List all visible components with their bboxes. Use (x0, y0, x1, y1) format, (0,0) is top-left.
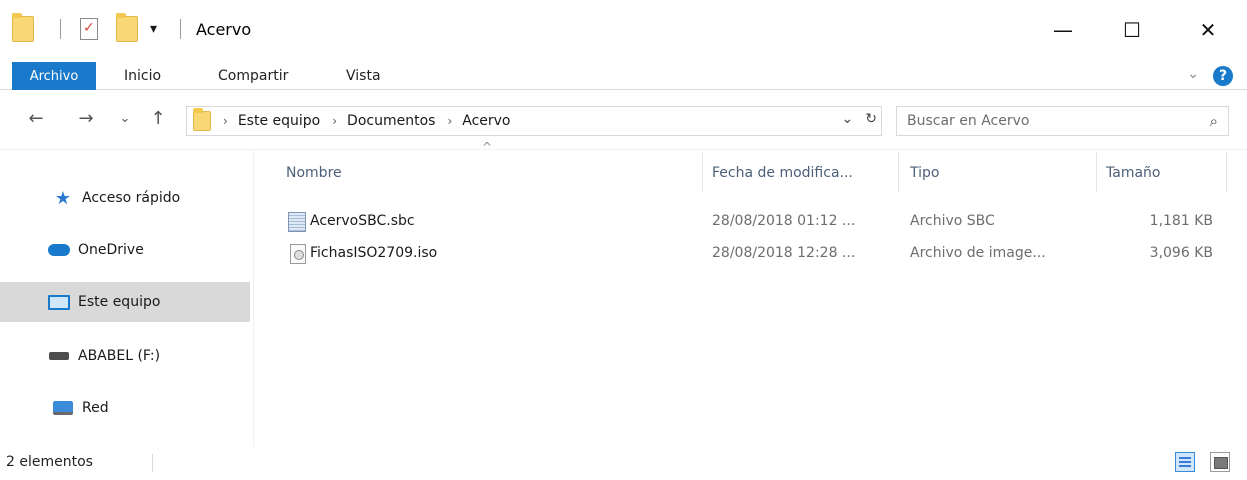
ribbon-tabs: Archivo Inicio Compartir Vista ⌄ ? (0, 62, 1247, 90)
sidebar-item-este-equipo[interactable]: Este equipo (0, 282, 250, 322)
breadcrumb-acervo[interactable]: Acervo (462, 113, 510, 129)
address-dropdown-icon[interactable]: ⌄ (842, 111, 854, 127)
column-divider[interactable] (898, 152, 899, 192)
help-icon[interactable]: ? (1213, 66, 1233, 86)
column-header-tamano[interactable]: Tamaño (1106, 150, 1160, 196)
disc-image-icon (290, 244, 306, 264)
minimize-button[interactable]: — (1041, 12, 1085, 48)
file-name: AcervoSBC.sbc (310, 213, 415, 229)
ribbon-collapse-icon[interactable]: ⌄ (1187, 66, 1199, 82)
back-button[interactable]: ← (26, 106, 46, 130)
drive-icon (48, 347, 70, 365)
new-folder-icon[interactable] (116, 13, 138, 44)
forward-button[interactable]: → (76, 106, 96, 130)
sidebar-item-label: ABABEL (F:) (78, 348, 161, 364)
window-title: Acervo (196, 20, 252, 39)
details-view-button[interactable] (1175, 452, 1195, 472)
breadcrumb-separator: › (223, 114, 228, 128)
navigation-bar: ← → ⌄ ↑ › Este equipo › Documentos › Ace… (0, 90, 1247, 150)
computer-icon (48, 293, 70, 311)
search-box[interactable]: Buscar en Acervo ⌕ (896, 106, 1229, 136)
sidebar-item-onedrive[interactable]: OneDrive (0, 230, 250, 270)
status-bar: 2 elementos (0, 446, 1247, 480)
breadcrumb-documentos[interactable]: Documentos (347, 113, 435, 129)
quick-access-dropdown-icon[interactable]: ▾ (150, 14, 157, 44)
search-icon[interactable]: ⌕ (1210, 112, 1218, 130)
column-header-tipo[interactable]: Tipo (910, 150, 939, 196)
refresh-icon[interactable]: ↻ (865, 111, 877, 127)
sidebar-item-label: Este equipo (78, 294, 161, 310)
tab-archivo[interactable]: Archivo (12, 62, 96, 90)
maximize-button[interactable]: ☐ (1110, 12, 1154, 48)
close-button[interactable]: ✕ (1186, 12, 1230, 48)
file-row[interactable]: FichasISO2709.iso 28/08/2018 12:28 ... A… (280, 242, 1225, 266)
sidebar-item-label: OneDrive (78, 242, 144, 258)
separator (60, 14, 61, 44)
sidebar-item-label: Acceso rápido (82, 190, 181, 206)
status-divider (152, 454, 153, 472)
tab-inicio[interactable]: Inicio (124, 62, 161, 90)
tab-compartir[interactable]: Compartir (218, 62, 288, 90)
column-divider[interactable] (702, 152, 703, 192)
column-header-fecha[interactable]: Fecha de modifica... (712, 150, 853, 196)
network-icon (52, 399, 74, 417)
large-icons-view-button[interactable] (1210, 452, 1230, 472)
search-input[interactable]: Buscar en Acervo (897, 113, 1029, 129)
column-divider[interactable] (1096, 152, 1097, 192)
file-type: Archivo SBC (910, 213, 995, 229)
column-divider[interactable] (1226, 152, 1227, 192)
sidebar-item-ababel[interactable]: ABABEL (F:) (0, 336, 250, 376)
separator (180, 14, 181, 44)
column-header-nombre[interactable]: Nombre (286, 150, 342, 196)
item-count: 2 elementos (6, 454, 93, 470)
file-date: 28/08/2018 01:12 ... (712, 213, 856, 229)
navigation-pane: ★ Acceso rápido OneDrive Este equipo ABA… (0, 150, 254, 446)
file-date: 28/08/2018 12:28 ... (712, 245, 856, 261)
breadcrumb-separator[interactable]: › (447, 114, 452, 128)
file-type: Archivo de image... (910, 245, 1046, 261)
properties-icon[interactable] (80, 14, 98, 44)
sidebar-item-red[interactable]: Red (0, 388, 250, 428)
file-size: 1,181 KB (1149, 213, 1213, 229)
star-icon: ★ (54, 187, 72, 209)
recent-locations-icon[interactable]: ⌄ (118, 106, 132, 130)
text-file-icon (288, 212, 306, 232)
file-name: FichasISO2709.iso (310, 245, 438, 261)
sidebar-item-label: Red (82, 400, 109, 416)
folder-icon (193, 108, 211, 131)
file-size: 3,096 KB (1149, 245, 1213, 261)
tab-vista[interactable]: Vista (346, 62, 381, 90)
cloud-icon (48, 241, 70, 259)
folder-icon (12, 13, 34, 44)
breadcrumb-separator[interactable]: › (332, 114, 337, 128)
breadcrumb-este-equipo[interactable]: Este equipo (238, 113, 320, 129)
sidebar-item-acceso-rapido[interactable]: ★ Acceso rápido (0, 178, 250, 218)
up-button[interactable]: ↑ (148, 106, 168, 130)
file-row[interactable]: AcervoSBC.sbc 28/08/2018 01:12 ... Archi… (280, 210, 1225, 234)
title-bar: ▾ Acervo — ☐ ✕ (0, 0, 1247, 62)
address-bar[interactable]: › Este equipo › Documentos › Acervo ⌄ ↻ (186, 106, 882, 136)
sort-ascending-icon: ^ (482, 140, 493, 154)
